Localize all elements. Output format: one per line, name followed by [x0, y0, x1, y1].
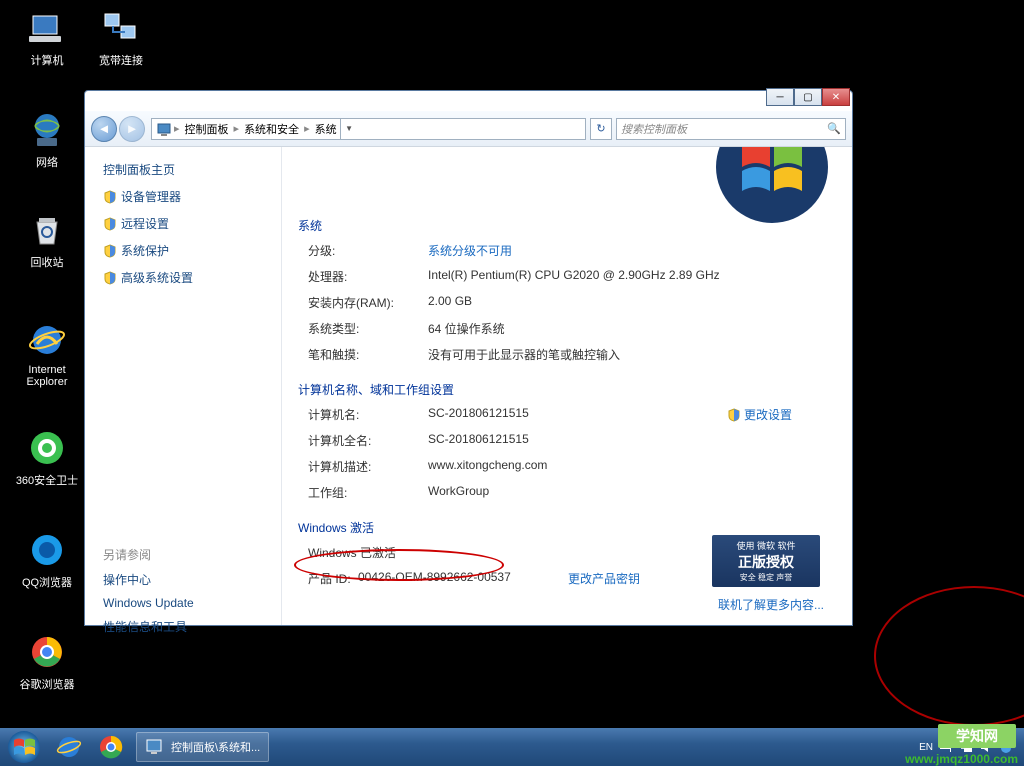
360-icon — [27, 428, 67, 468]
sidebar: 控制面板主页 设备管理器 远程设置 系统保护 高级系统设置 另请参阅 操作中心 … — [85, 147, 281, 625]
close-button[interactable]: ✕ — [822, 88, 850, 106]
forward-button[interactable]: ► — [119, 116, 145, 142]
nav-bar: ◄ ► ▸ 控制面板 ▸ 系统和安全 ▸ 系统 ▼ ↻ 搜索控制面板 🔍 — [85, 111, 852, 147]
control-panel-icon — [145, 737, 165, 757]
sidebar-home-link[interactable]: 控制面板主页 — [103, 161, 271, 178]
system-properties-window: ─ ▢ ✕ ◄ ► ▸ 控制面板 ▸ 系统和安全 ▸ 系统 ▼ ↻ 搜索控制面板… — [84, 90, 853, 626]
activation-section-header: Windows 激活 — [298, 519, 852, 536]
broadband-icon — [101, 8, 141, 48]
computer-icon — [27, 8, 67, 48]
see-also-performance[interactable]: 性能信息和工具 — [103, 618, 271, 635]
genuine-badge: 使用 微软 软件 正版授权 安全 稳定 声誉 — [712, 535, 820, 587]
taskbar: 控制面板\系统和... EN — [0, 728, 1024, 766]
see-also-windows-update[interactable]: Windows Update — [103, 596, 271, 610]
window-controls: ─ ▢ ✕ — [766, 88, 850, 106]
row-workgroup: 工作组:WorkGroup — [298, 484, 852, 501]
windows-logo-icon — [712, 147, 832, 227]
desktop-icon-label: 计算机 — [12, 52, 82, 68]
maximize-button[interactable]: ▢ — [794, 88, 822, 106]
change-settings-link[interactable]: 更改设置 — [727, 406, 792, 423]
row-full-name: 计算机全名:SC-201806121515 — [298, 432, 852, 449]
watermark-logo: 学知网 — [938, 724, 1016, 748]
learn-more-link[interactable]: 联机了解更多内容... — [718, 596, 824, 613]
desktop-icon-label: 宽带连接 — [86, 52, 156, 68]
breadcrumb-sep: ▸ — [232, 122, 242, 135]
see-also-header: 另请参阅 — [103, 546, 271, 563]
taskbar-ie-icon[interactable] — [49, 731, 89, 763]
ie-icon — [27, 320, 67, 360]
desktop-icon-360[interactable]: 360安全卫士 — [12, 428, 82, 488]
row-ram: 安装内存(RAM):2.00 GB — [298, 294, 852, 311]
desktop-icon-label: QQ浏览器 — [12, 574, 82, 590]
desktop-icon-label: 谷歌浏览器 — [12, 676, 82, 692]
watermark-url: www.jmqz1000.com — [905, 752, 1018, 766]
network-icon — [27, 110, 67, 150]
sidebar-link-protection[interactable]: 系统保护 — [103, 242, 271, 259]
see-also-action-center[interactable]: 操作中心 — [103, 571, 271, 588]
breadcrumb-l2[interactable]: 系统 — [312, 121, 340, 137]
desktop-icon-label: 网络 — [12, 154, 82, 170]
shield-icon — [103, 244, 117, 258]
qq-browser-icon — [27, 530, 67, 570]
search-input[interactable]: 搜索控制面板 🔍 — [616, 118, 846, 140]
sidebar-link-advanced[interactable]: 高级系统设置 — [103, 269, 271, 286]
taskbar-chrome-icon[interactable] — [91, 731, 131, 763]
shield-icon — [727, 408, 741, 422]
desktop-icon-ie[interactable]: Internet Explorer — [12, 320, 82, 388]
desktop-icon-qq[interactable]: QQ浏览器 — [12, 530, 82, 590]
row-computer-name: 计算机名:SC-201806121515 更改设置 — [298, 406, 852, 423]
sidebar-link-device-manager[interactable]: 设备管理器 — [103, 188, 271, 205]
chrome-icon — [27, 632, 67, 672]
address-dropdown[interactable]: ▼ — [340, 118, 358, 140]
search-placeholder: 搜索控制面板 — [621, 121, 687, 137]
refresh-button[interactable]: ↻ — [590, 118, 612, 140]
desktop-icon-label: 回收站 — [12, 254, 82, 270]
minimize-button[interactable]: ─ — [766, 88, 794, 106]
desktop-icon-network[interactable]: 网络 — [12, 110, 82, 170]
breadcrumb-root[interactable]: 控制面板 — [182, 121, 232, 137]
row-pen-touch: 笔和触摸:没有可用于此显示器的笔或触控输入 — [298, 346, 852, 363]
recycle-icon — [27, 210, 67, 250]
breadcrumb-l1[interactable]: 系统和安全 — [241, 121, 302, 137]
row-description: 计算机描述:www.xitongcheng.com — [298, 458, 852, 475]
taskbar-task-control-panel[interactable]: 控制面板\系统和... — [136, 732, 269, 762]
annotation-ellipse-corner — [874, 586, 1024, 726]
desktop-icon-label: 360安全卫士 — [12, 472, 82, 488]
rating-link[interactable]: 系统分级不可用 — [428, 242, 852, 259]
breadcrumb-sep: ▸ — [302, 122, 312, 135]
control-panel-icon — [156, 121, 172, 137]
desktop-icon-label: Internet Explorer — [12, 364, 82, 388]
desktop-icon-recycle[interactable]: 回收站 — [12, 210, 82, 270]
shield-icon — [103, 217, 117, 231]
search-icon: 🔍 — [827, 122, 841, 135]
row-system-type: 系统类型:64 位操作系统 — [298, 320, 852, 337]
start-button[interactable] — [0, 728, 48, 766]
back-button[interactable]: ◄ — [91, 116, 117, 142]
row-rating: 分级:系统分级不可用 — [298, 242, 852, 259]
shield-icon — [103, 190, 117, 204]
shield-icon — [103, 271, 117, 285]
change-product-key-link[interactable]: 更改产品密钥 — [568, 570, 640, 587]
row-processor: 处理器:Intel(R) Pentium(R) CPU G2020 @ 2.90… — [298, 268, 852, 285]
breadcrumb-sep: ▸ — [172, 122, 182, 135]
tray-lang[interactable]: EN — [919, 742, 933, 753]
content-pane: 系统 分级:系统分级不可用 处理器:Intel(R) Pentium(R) CP… — [281, 147, 852, 625]
desktop-icon-chrome[interactable]: 谷歌浏览器 — [12, 632, 82, 692]
address-bar[interactable]: ▸ 控制面板 ▸ 系统和安全 ▸ 系统 ▼ — [151, 118, 586, 140]
desktop-icon-computer[interactable]: 计算机 — [12, 8, 82, 68]
sidebar-link-remote[interactable]: 远程设置 — [103, 215, 271, 232]
desktop-icon-broadband[interactable]: 宽带连接 — [86, 8, 156, 68]
domain-section-header: 计算机名称、域和工作组设置 — [298, 381, 852, 398]
